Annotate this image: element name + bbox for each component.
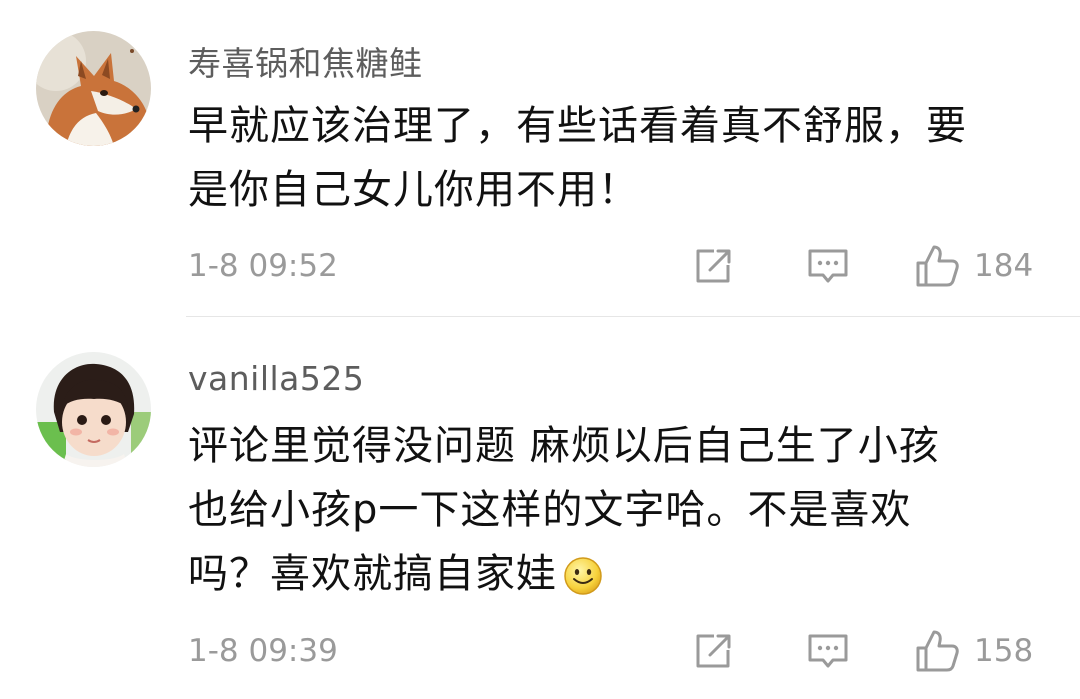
- comment-item: vanilla525 评论里觉得没问题 麻烦以后自己生了小孩 也给小孩p一下这样…: [0, 317, 1080, 699]
- like-button[interactable]: 158: [914, 628, 1033, 674]
- username[interactable]: 寿喜锅和焦糖鲑: [188, 37, 423, 85]
- comment-text-line: 早就应该治理了，有些话看着真不舒服，要: [188, 103, 967, 149]
- timestamp: 1-8 09:39: [188, 633, 338, 669]
- reply-icon: [808, 249, 848, 283]
- share-button[interactable]: [690, 628, 736, 678]
- like-count: 158: [974, 633, 1034, 669]
- comment-text: 评论里觉得没问题 麻烦以后自己生了小孩 也给小孩p一下这样的文字哈。不是喜欢 吗…: [188, 414, 1058, 606]
- reply-button[interactable]: [805, 243, 851, 293]
- comment-text-line-with-emoji: 吗？喜欢就搞自家娃: [188, 542, 1058, 606]
- timestamp: 1-8 09:52: [188, 248, 338, 284]
- thumbs-up-icon: [916, 245, 959, 287]
- comment-text-line: 是你自己女儿你用不用！: [188, 167, 639, 213]
- smiley-emoji: [564, 557, 602, 595]
- like-button[interactable]: 184: [914, 243, 1033, 289]
- comment-text-line: 也给小孩p一下这样的文字哈。不是喜欢: [188, 487, 912, 533]
- fox-avatar[interactable]: [36, 31, 151, 146]
- comment-text: 早就应该治理了，有些话看着真不舒服，要 是你自己女儿你用不用！: [188, 94, 1058, 222]
- comment-text-span: 吗？喜欢就搞自家娃: [188, 551, 557, 597]
- like-count: 184: [974, 248, 1034, 284]
- child-avatar[interactable]: [36, 352, 151, 467]
- thumbs-up-icon: [916, 630, 959, 672]
- comment-text-line: 评论里觉得没问题 麻烦以后自己生了小孩: [188, 423, 940, 469]
- username[interactable]: vanilla525: [188, 359, 364, 398]
- reply-icon: [808, 634, 848, 668]
- reply-button[interactable]: [805, 628, 851, 678]
- share-button[interactable]: [690, 243, 736, 293]
- share-icon: [696, 634, 731, 668]
- comment-item: 寿喜锅和焦糖鲑 早就应该治理了，有些话看着真不舒服，要 是你自己女儿你用不用！ …: [0, 0, 1080, 317]
- share-icon: [696, 249, 731, 283]
